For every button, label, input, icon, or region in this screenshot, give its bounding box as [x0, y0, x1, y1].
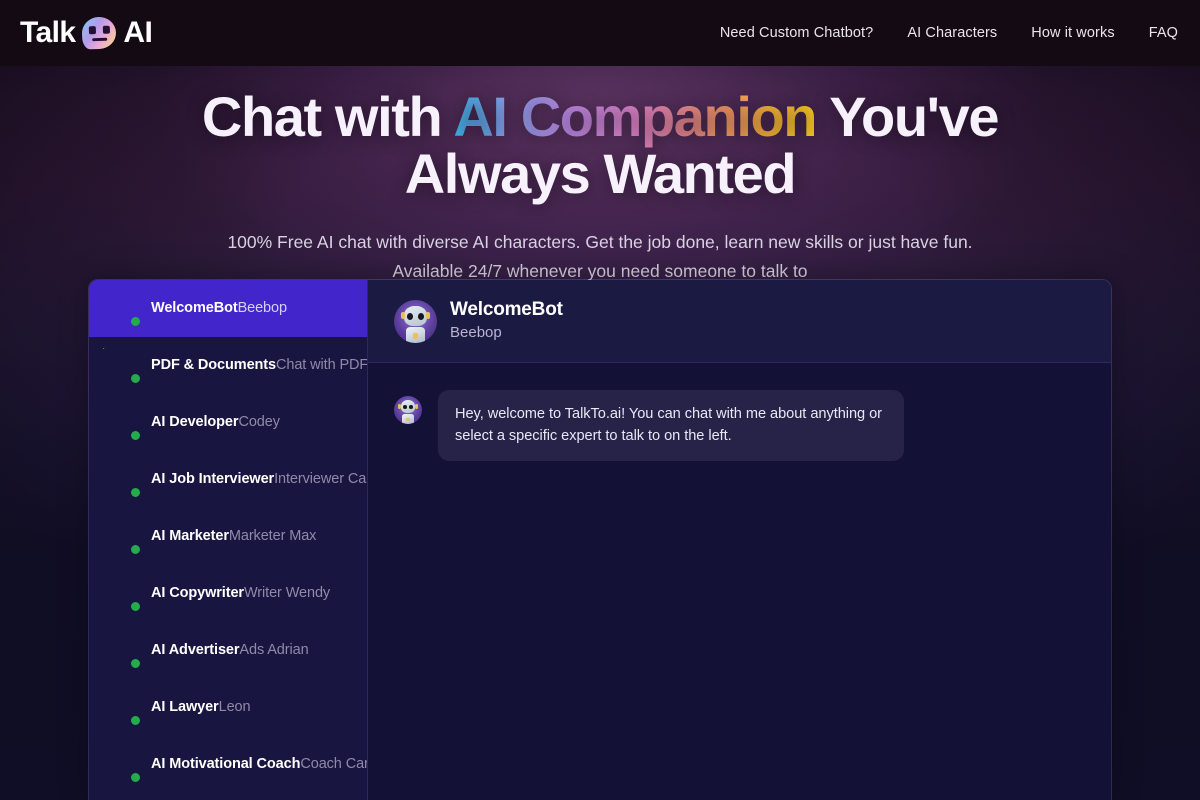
online-status-dot [130, 601, 141, 612]
page-root: Talk AI Need Custom Chatbot? AI Characte… [0, 0, 1200, 800]
sidebar-item-ai-motivational-coach[interactable]: AI Motivational CoachCoach Carl [89, 736, 367, 793]
hero-title-gradient: AI Companion [453, 85, 817, 148]
character-name: AI Copywriter [151, 585, 244, 602]
nav-link-ai-characters[interactable]: AI Characters [907, 25, 997, 41]
chat-header-persona: Beebop [450, 324, 502, 342]
page-title: Chat with AI Companion You've Always Wan… [125, 88, 1075, 202]
character-persona: Leon [218, 699, 251, 716]
character-persona: Marketer Max [228, 528, 317, 545]
sidebar-item-ai-advertiser[interactable]: AI AdvertiserAds Adrian [89, 622, 367, 679]
speech-bubble-robot-icon [81, 16, 117, 50]
main-navigation: Need Custom Chatbot? AI Characters How i… [720, 25, 1178, 41]
online-status-dot [130, 544, 141, 555]
chat-message-list: Hey, welcome to TalkTo.ai! You can chat … [368, 363, 1111, 800]
logo-text-talk: Talk [20, 16, 76, 49]
chat-message: Hey, welcome to TalkTo.ai! You can chat … [394, 390, 1085, 462]
character-persona: Writer Wendy [243, 585, 331, 602]
character-name: AI Marketer [151, 528, 229, 545]
character-persona: Ads Adrian [239, 642, 309, 659]
sidebar-item-welcomebot[interactable]: WelcomeBotBeebop [89, 280, 367, 337]
character-sidebar[interactable]: WelcomeBotBeebop PDF & DocumentsChat with… [89, 280, 368, 800]
chat-application: WelcomeBotBeebop PDF & DocumentsChat with… [88, 279, 1112, 800]
hero-subtitle: 100% Free AI chat with diverse AI charac… [227, 232, 973, 281]
character-name: AI Lawyer [151, 699, 219, 716]
character-name: AI Job Interviewer [151, 471, 275, 488]
nav-link-how-it-works[interactable]: How it works [1031, 25, 1114, 41]
character-persona: Codey [238, 414, 280, 431]
online-status-dot [130, 373, 141, 384]
chat-header-name: WelcomeBot [450, 299, 563, 321]
avatar [103, 689, 141, 726]
online-status-dot [130, 430, 141, 441]
sidebar-item-ai-lawyer[interactable]: AI LawyerLeon [89, 679, 367, 736]
sidebar-item-ai-marketer[interactable]: AI MarketerMarketer Max [89, 508, 367, 565]
avatar [103, 632, 141, 669]
nav-link-custom-chatbot[interactable]: Need Custom Chatbot? [720, 25, 874, 41]
sidebar-item-ai-copywriter[interactable]: AI CopywriterWriter Wendy [89, 565, 367, 622]
nav-link-faq[interactable]: FAQ [1149, 25, 1178, 41]
hero-title-part1: Chat with [201, 85, 454, 148]
avatar [103, 404, 141, 441]
online-status-dot [130, 772, 141, 783]
site-header: Talk AI Need Custom Chatbot? AI Characte… [0, 0, 1200, 66]
logo-text-ai: AI [123, 16, 153, 49]
character-name: AI Advertiser [151, 642, 240, 659]
sidebar-item-ai-developer[interactable]: AI DeveloperCodey [89, 394, 367, 451]
character-name: AI Developer [151, 414, 239, 431]
avatar [103, 518, 141, 555]
avatar [103, 575, 141, 612]
avatar [103, 746, 141, 783]
sidebar-item-pdf-documents[interactable]: PDF & DocumentsChat with PDF [89, 337, 367, 394]
sidebar-item-ai-job-interviewer[interactable]: AI Job InterviewerInterviewer Cara [89, 451, 367, 508]
character-persona: Beebop [237, 300, 288, 317]
avatar [103, 461, 141, 498]
message-bubble: Hey, welcome to TalkTo.ai! You can chat … [438, 390, 904, 462]
online-status-dot [130, 316, 141, 327]
message-avatar [394, 396, 422, 424]
avatar [103, 347, 141, 384]
character-persona: Chat with PDF [276, 357, 368, 374]
character-name: PDF & Documents [151, 357, 276, 374]
hero-section: Chat with AI Companion You've Always Wan… [0, 66, 1200, 285]
online-status-dot [130, 715, 141, 726]
chat-header: WelcomeBot Beebop [368, 280, 1111, 363]
avatar [103, 290, 141, 327]
chat-header-avatar [394, 299, 437, 343]
character-persona: Coach Carl [300, 756, 368, 773]
chat-pane: WelcomeBot Beebop Hey, welcome to TalkTo… [368, 280, 1111, 800]
character-name: AI Motivational Coach [151, 756, 301, 773]
online-status-dot [130, 658, 141, 669]
site-logo[interactable]: Talk AI [20, 16, 153, 50]
character-persona: Interviewer Cara [274, 471, 367, 488]
online-status-dot [130, 487, 141, 498]
character-name: WelcomeBot [151, 300, 238, 317]
